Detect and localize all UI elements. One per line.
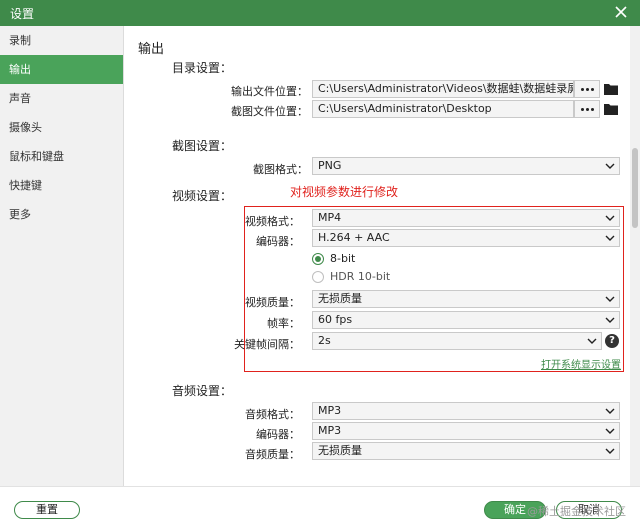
screenshot-folder-field[interactable]: C:\Users\Administrator\Desktop bbox=[312, 100, 574, 118]
screenshot-folder-label: 截图文件位置： bbox=[231, 105, 308, 118]
video-format-select[interactable]: MP4 bbox=[312, 209, 620, 227]
sidebar-item-mouse-keyboard[interactable]: 鼠标和键盘 bbox=[0, 142, 123, 171]
output-folder-field[interactable]: C:\Users\Administrator\Videos\数据蛙\数据蛙录屏软… bbox=[312, 80, 574, 98]
sidebar-item-output[interactable]: 输出 bbox=[0, 55, 123, 84]
sidebar: 录制 输出 声音 摄像头 鼠标和键盘 快捷键 更多 bbox=[0, 26, 124, 486]
scrollbar[interactable] bbox=[630, 26, 640, 486]
sidebar-item-audio[interactable]: 声音 bbox=[0, 84, 123, 113]
audio-format-value: MP3 bbox=[318, 404, 342, 417]
chevron-down-icon bbox=[605, 215, 615, 221]
keyframe-interval-select[interactable]: 2s bbox=[312, 332, 602, 350]
chevron-down-icon bbox=[605, 448, 615, 454]
sidebar-item-hotkeys[interactable]: 快捷键 bbox=[0, 171, 123, 200]
footer: 重置 确定 取消 @稀土掘金技术社区 bbox=[0, 486, 640, 531]
audio-format-select[interactable]: MP3 bbox=[312, 402, 620, 420]
screenshot-format-select[interactable]: PNG bbox=[312, 157, 620, 175]
audio-encoder-label: 编码器： bbox=[256, 428, 300, 441]
radio-hdr10bit-label: HDR 10-bit bbox=[330, 270, 391, 283]
audio-section-title: 音频设置： bbox=[172, 384, 233, 398]
output-folder-browse-button[interactable] bbox=[574, 80, 600, 98]
directory-section-title: 目录设置： bbox=[172, 61, 233, 75]
video-quality-select[interactable]: 无损质量 bbox=[312, 290, 620, 308]
sidebar-item-camera[interactable]: 摄像头 bbox=[0, 113, 123, 142]
video-format-value: MP4 bbox=[318, 211, 342, 224]
video-quality-label: 视频质量： bbox=[245, 296, 300, 309]
settings-content: 输出 目录设置： 输出文件位置： C:\Users\Administrator\… bbox=[124, 26, 630, 486]
folder-icon[interactable] bbox=[604, 83, 618, 95]
scrollbar-thumb[interactable] bbox=[632, 148, 638, 228]
chevron-down-icon bbox=[605, 428, 615, 434]
screenshot-folder-browse-button[interactable] bbox=[574, 100, 600, 118]
keyframe-interval-label: 关键帧间隔： bbox=[234, 338, 300, 351]
sidebar-item-record[interactable]: 录制 bbox=[0, 26, 123, 55]
chevron-down-icon bbox=[605, 163, 615, 169]
chevron-down-icon bbox=[587, 338, 597, 344]
audio-encoder-select[interactable]: MP3 bbox=[312, 422, 620, 440]
page-title: 输出 bbox=[138, 42, 165, 57]
close-icon[interactable] bbox=[612, 3, 630, 21]
screenshot-section-title: 截图设置： bbox=[172, 139, 233, 153]
radio-8bit[interactable] bbox=[312, 253, 324, 265]
video-encoder-value: H.264 + AAC bbox=[318, 231, 390, 244]
open-display-settings-link[interactable]: 打开系统显示设置 bbox=[541, 356, 621, 371]
sidebar-item-more[interactable]: 更多 bbox=[0, 200, 123, 229]
screenshot-format-value: PNG bbox=[318, 159, 342, 172]
screenshot-format-label: 截图格式： bbox=[253, 163, 308, 176]
video-encoder-select[interactable]: H.264 + AAC bbox=[312, 229, 620, 247]
audio-format-label: 音频格式： bbox=[245, 408, 300, 421]
video-format-label: 视频格式： bbox=[245, 215, 300, 228]
radio-8bit-label: 8-bit bbox=[330, 252, 356, 265]
audio-quality-select[interactable]: 无损质量 bbox=[312, 442, 620, 460]
chevron-down-icon bbox=[605, 235, 615, 241]
chevron-down-icon bbox=[605, 296, 615, 302]
audio-encoder-value: MP3 bbox=[318, 424, 342, 437]
keyframe-interval-value: 2s bbox=[318, 334, 331, 347]
audio-quality-value: 无损质量 bbox=[318, 444, 362, 457]
video-annotation: 对视频参数进行修改 bbox=[290, 185, 399, 199]
reset-button[interactable]: 重置 bbox=[14, 501, 80, 519]
output-folder-label: 输出文件位置： bbox=[231, 85, 308, 98]
fps-value: 60 fps bbox=[318, 313, 353, 326]
fps-select[interactable]: 60 fps bbox=[312, 311, 620, 329]
video-encoder-label: 编码器： bbox=[256, 235, 300, 248]
fps-label: 帧率： bbox=[267, 317, 300, 330]
chevron-down-icon bbox=[605, 408, 615, 414]
video-quality-value: 无损质量 bbox=[318, 292, 362, 305]
title-bar: 设置 bbox=[0, 0, 640, 26]
video-section-title: 视频设置： bbox=[172, 189, 233, 203]
radio-hdr10bit[interactable] bbox=[312, 271, 324, 283]
folder-icon[interactable] bbox=[604, 103, 618, 115]
window-title: 设置 bbox=[10, 7, 35, 21]
watermark: @稀土掘金技术社区 bbox=[527, 505, 626, 518]
chevron-down-icon bbox=[605, 317, 615, 323]
audio-quality-label: 音频质量： bbox=[245, 448, 300, 461]
help-icon[interactable]: ? bbox=[605, 334, 619, 348]
